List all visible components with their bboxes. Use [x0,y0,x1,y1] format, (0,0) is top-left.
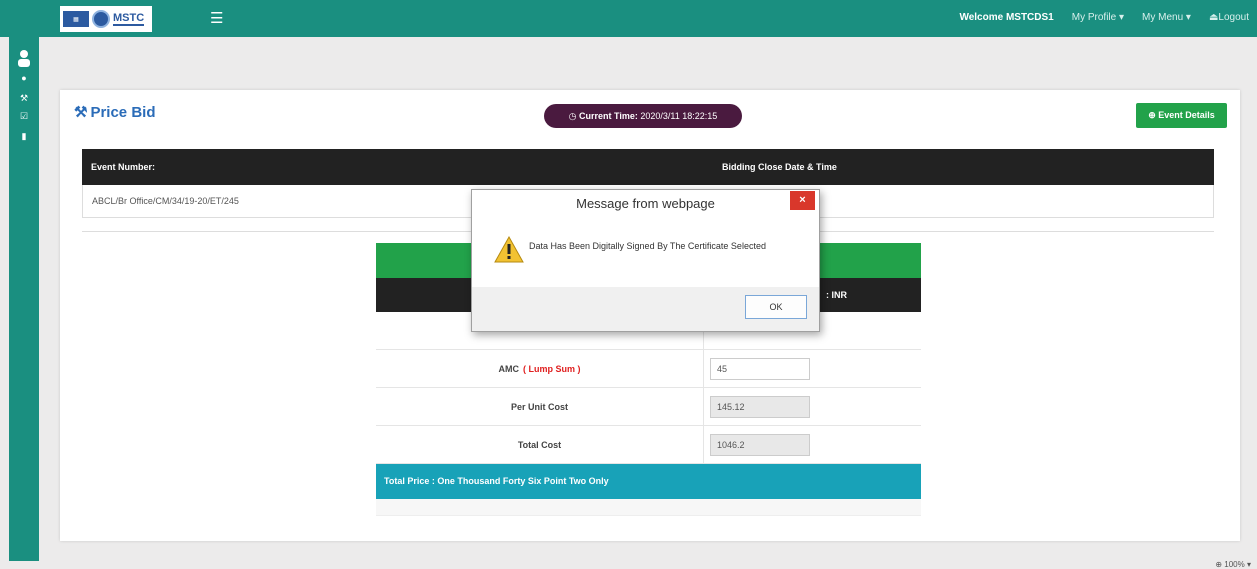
total-cost-label: Total Cost [376,426,704,463]
mstc-logo[interactable]: ▦ MSTC [60,6,152,32]
logo-globe-icon [92,10,110,28]
clock-icon: ◷ [568,111,577,121]
top-nav-links: Welcome MSTCDS1 My Profile ▾ My Menu ▾ ⏏… [959,12,1249,23]
dialog-title: Message from webpage [576,196,715,211]
zoom-level[interactable]: ⊕ 100% ▾ [1215,560,1251,569]
left-sidebar: ● ⚒ ☑ ▮ [9,37,39,561]
gavel-icon: ⚒ [74,104,88,121]
table-row: Per Unit Cost [376,388,921,426]
logo-emblem-icon: ▦ [63,11,89,27]
bidding-close-header: Bidding Close Date & Time [722,162,837,172]
close-icon[interactable]: × [790,191,815,210]
my-menu-menu[interactable]: My Menu ▾ [1142,12,1191,23]
amc-label: AMC ( Lump Sum ) [376,350,704,387]
event-number-header: Event Number: [91,162,156,172]
event-number-value: ABCL/Br Office/CM/34/19-20/ET/245 [92,196,239,206]
table-row: AMC ( Lump Sum ) [376,350,921,388]
per-unit-cost-label: Per Unit Cost [376,388,704,425]
welcome-text: Welcome MSTCDS1 [959,12,1054,23]
total-price-text: Total Price : One Thousand Forty Six Poi… [376,464,921,499]
lump-sum-note: ( Lump Sum ) [523,363,581,374]
message-dialog: Message from webpage × Data Has Been Dig… [471,189,820,332]
table-row: Total Cost [376,426,921,464]
dialog-button-bar: OK [472,287,819,331]
logout-icon: ⏏ [1208,12,1219,23]
per-unit-cost-field [710,395,810,418]
plus-circle-icon: ⊕ [1148,110,1156,120]
my-profile-menu[interactable]: My Profile ▾ [1072,12,1124,23]
top-navbar: ▦ MSTC ☰ Welcome MSTCDS1 My Profile ▾ My… [0,0,1257,37]
ok-button[interactable]: OK [745,295,807,319]
car-icon[interactable]: ● [17,71,31,85]
bid-table-footer [376,499,921,516]
warning-icon [494,235,524,263]
logo-text: MSTC [113,12,145,26]
menu-icon[interactable]: ☰ [210,11,223,26]
total-cost-field [710,433,810,456]
amc-input[interactable] [710,357,810,380]
event-table-header: Event Number: Bidding Close Date & Time [82,149,1214,185]
page-title: ⚒ Price Bid [74,104,156,121]
zoom-icon: ⊕ [1215,560,1223,569]
checklist-icon[interactable]: ☑ [17,109,31,123]
current-time-badge: ◷ Current Time: 2020/3/11 18:22:15 [544,104,742,128]
chart-icon[interactable]: ▮ [17,129,31,143]
user-avatar-icon[interactable] [15,49,33,67]
currency-label: : INR [826,290,847,300]
event-details-button[interactable]: ⊕ Event Details [1136,103,1227,128]
caret-down-icon: ▾ [1185,12,1191,23]
dialog-message: Data Has Been Digitally Signed By The Ce… [529,241,766,251]
hammer-icon[interactable]: ⚒ [17,91,31,105]
logout-link[interactable]: ⏏Logout [1209,12,1249,23]
caret-down-icon: ▾ [1118,12,1125,23]
